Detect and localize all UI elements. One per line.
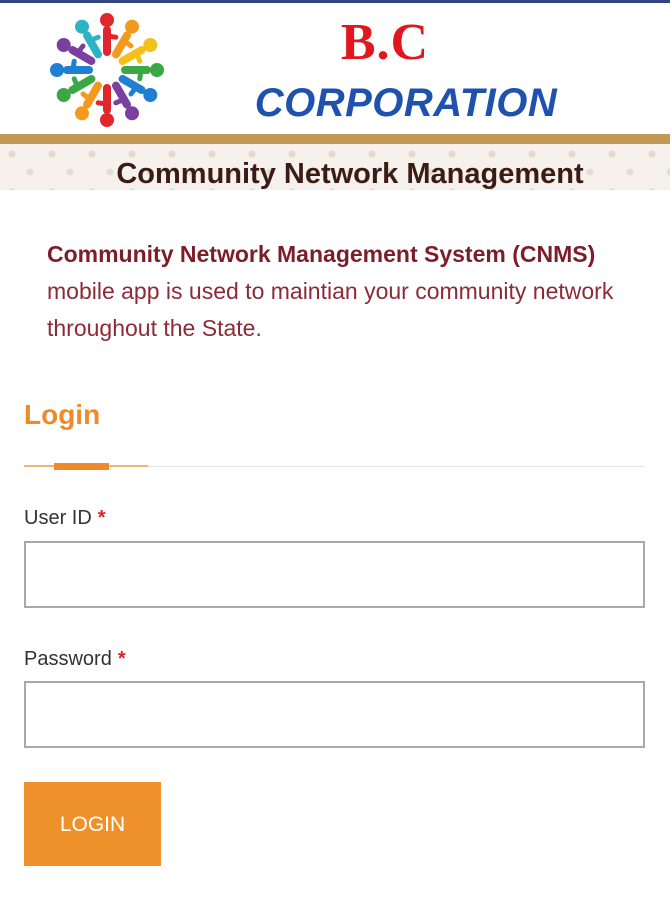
password-input[interactable] <box>24 681 645 748</box>
user-id-label-text: User ID <box>24 507 92 529</box>
intro-line-3: throughout the State. <box>47 315 262 341</box>
app-header: B.C CORPORATION <box>0 3 670 134</box>
brand-title: B.C <box>340 14 430 71</box>
password-label: Password * <box>24 647 126 671</box>
login-heading: Login <box>24 399 101 430</box>
password-label-text: Password <box>24 648 112 670</box>
required-marker: * <box>97 507 106 529</box>
user-id-input[interactable] <box>24 541 645 608</box>
intro-text: Community Network Management System (CNM… <box>47 236 670 347</box>
divider-accent-highlight <box>54 463 109 470</box>
people-circle-logo-icon <box>50 13 164 127</box>
user-id-label: User ID * <box>24 506 106 530</box>
page-title: Community Network Management <box>116 158 584 190</box>
required-marker: * <box>117 648 126 670</box>
login-button[interactable]: LOGIN <box>24 782 161 866</box>
intro-system-name: Community Network Management System (CNM… <box>47 241 596 267</box>
brand-subtitle: CORPORATION <box>254 81 558 125</box>
intro-line-2: mobile app is used to maintian your comm… <box>47 278 614 304</box>
header-divider <box>0 134 670 144</box>
